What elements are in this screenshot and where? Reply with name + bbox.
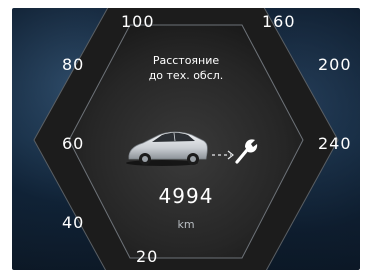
instrument-cluster-display: 100 160 80 200 60 240 40 20 Расстояние д… — [12, 8, 360, 270]
service-distance-unit: km — [177, 218, 195, 231]
speed-scale-label-240: 240 — [318, 134, 352, 153]
service-title-line1: Расстояние — [152, 54, 220, 67]
speed-scale-label-60: 60 — [62, 134, 85, 153]
service-title-line2: до тех. обсл. — [148, 69, 224, 82]
service-distance-value: 4994 — [158, 184, 214, 208]
speed-scale-label-160: 160 — [262, 12, 296, 31]
speed-scale-label-20: 20 — [136, 247, 159, 266]
speed-scale-label-100: 100 — [121, 12, 155, 31]
